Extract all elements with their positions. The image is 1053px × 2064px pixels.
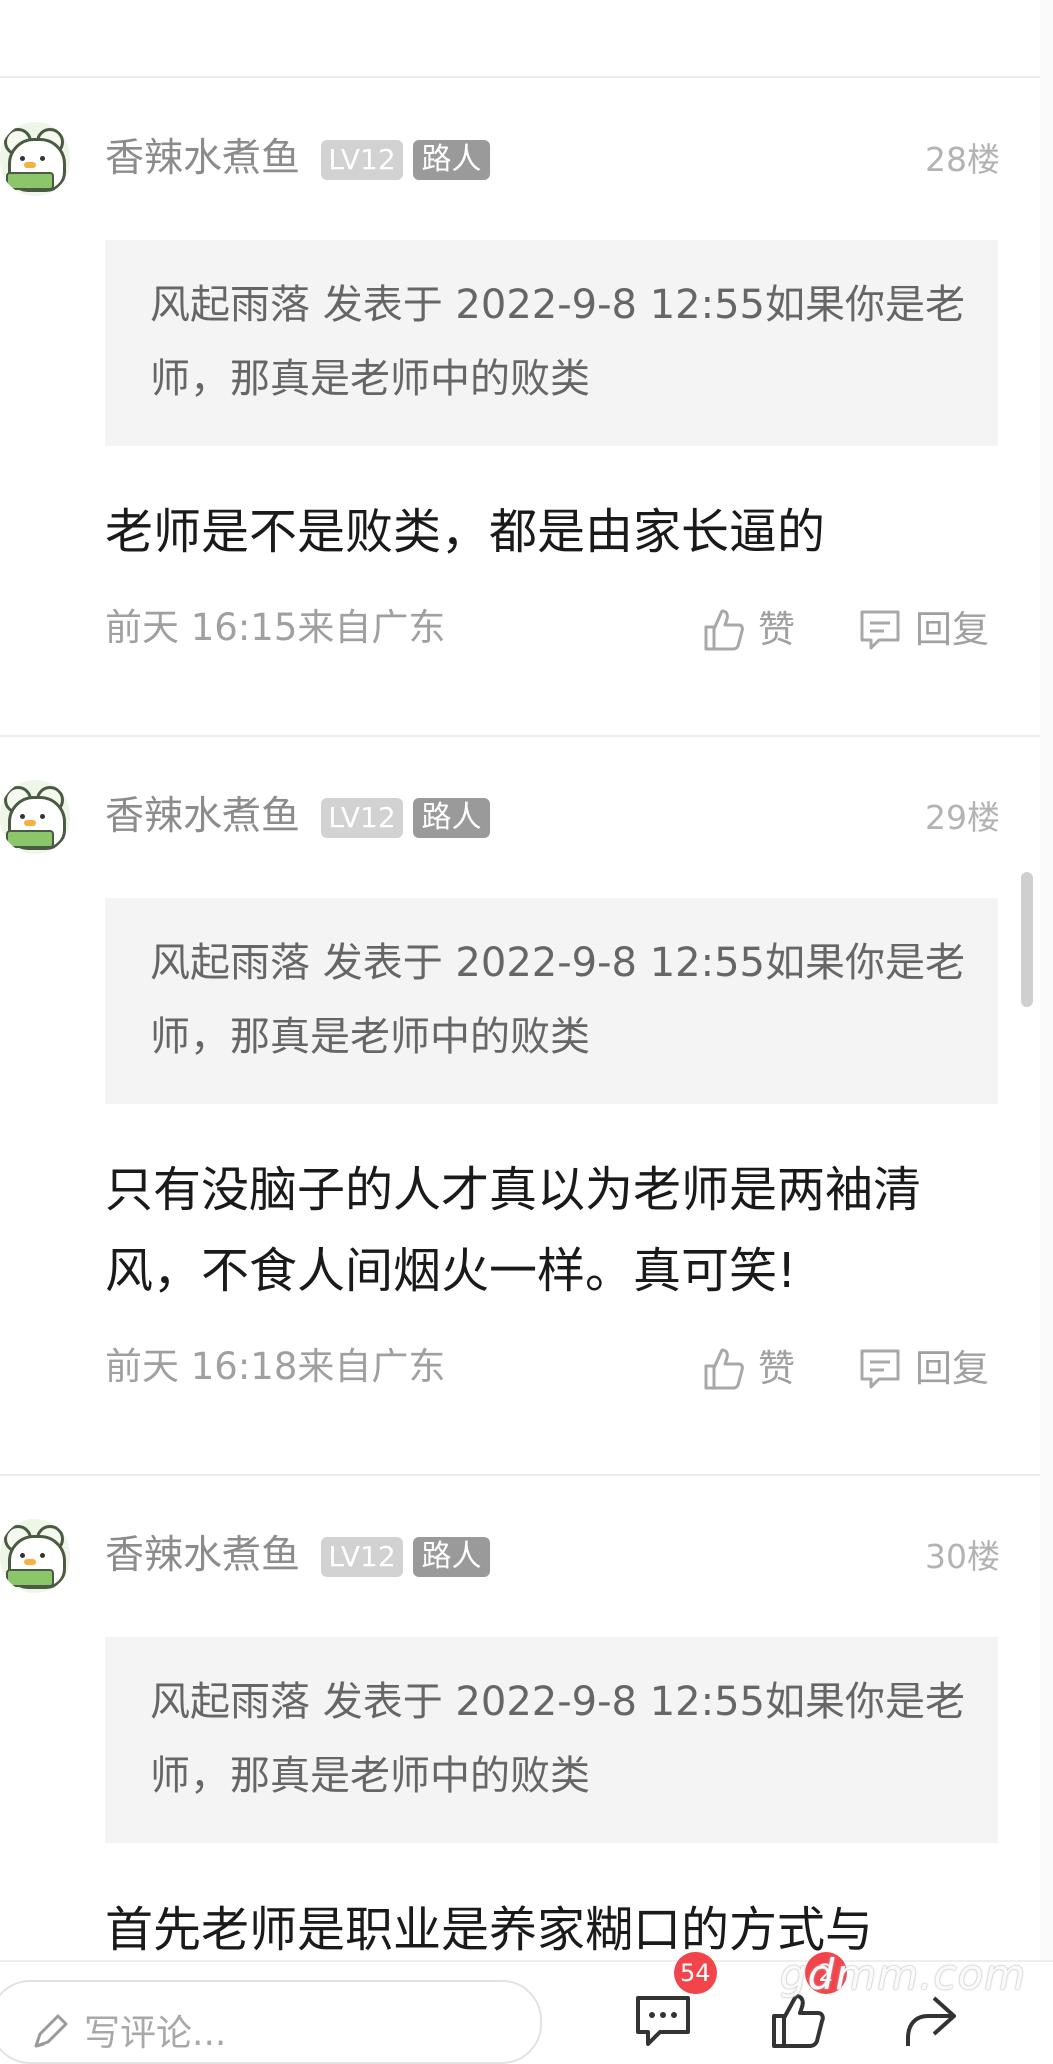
comment-content: 老师是不是败类，都是由家长逼的	[105, 504, 826, 560]
share-icon	[906, 1996, 956, 2046]
comment-content: 只有没脑子的人才真以为老师是两袖清风，不食人间烟火一样。真可笑!	[105, 1162, 922, 1299]
like-button[interactable]: 赞	[700, 605, 795, 655]
like-post-button[interactable]	[766, 1990, 830, 2054]
comment-placeholder: 写评论...	[84, 2013, 227, 2054]
avatar[interactable]	[0, 1519, 70, 1593]
quote-block[interactable]: 风起雨落 发表于 2022-9-8 12:55如果你是老师，那真是老师中的败类	[105, 898, 998, 1104]
quote-block[interactable]: 风起雨落 发表于 2022-9-8 12:55如果你是老师，那真是老师中的败类	[105, 1637, 998, 1843]
role-badge: 路人	[413, 1537, 490, 1577]
reply-label: 回复	[915, 608, 989, 651]
quote-text: 风起雨落 发表于 2022-9-8 12:55如果你是老师，那真是老师中的败类	[150, 282, 965, 402]
reply-button[interactable]: 回复	[857, 605, 989, 655]
scrollbar-track[interactable]	[1040, 0, 1053, 2039]
reply-button[interactable]: 回复	[857, 1344, 989, 1394]
level-badge: LV12	[321, 140, 403, 180]
username[interactable]: 香辣水煮鱼	[105, 1532, 300, 1580]
role-badge: 路人	[413, 798, 490, 838]
post-divider	[0, 735, 1040, 737]
thumbs-up-icon	[772, 1994, 825, 2048]
level-badge: LV12	[321, 1537, 403, 1577]
time-location: 前天 16:15来自广东	[105, 606, 446, 649]
avatar[interactable]	[0, 122, 70, 196]
post-divider	[0, 1474, 1040, 1476]
avatar[interactable]	[0, 780, 70, 854]
comments-button[interactable]	[632, 1990, 696, 2054]
comment-icon	[860, 1349, 900, 1389]
top-divider	[0, 76, 1040, 78]
like-label: 赞	[758, 608, 795, 651]
quote-text: 风起雨落 发表于 2022-9-8 12:55如果你是老师，那真是老师中的败类	[150, 940, 965, 1060]
quote-block[interactable]: 风起雨落 发表于 2022-9-8 12:55如果你是老师，那真是老师中的败类	[105, 240, 998, 446]
username[interactable]: 香辣水煮鱼	[105, 793, 300, 841]
floor-number: 30楼	[925, 1537, 1000, 1576]
comment-bubble-icon	[636, 1996, 690, 2046]
watermark-text: gdmm.com	[780, 1950, 1027, 1999]
comment-input[interactable]: 写评论...	[0, 1980, 542, 2064]
comment-count-badge: 54	[674, 1952, 717, 1994]
share-button[interactable]	[898, 1990, 962, 2054]
username[interactable]: 香辣水煮鱼	[105, 135, 300, 183]
like-label: 赞	[758, 1347, 795, 1390]
thumbs-up-icon	[704, 609, 744, 651]
quote-text: 风起雨落 发表于 2022-9-8 12:55如果你是老师，那真是老师中的败类	[150, 1679, 965, 1799]
pencil-icon	[34, 2014, 68, 2048]
thumbs-up-icon	[704, 1348, 744, 1390]
level-badge: LV12	[321, 798, 403, 838]
like-button[interactable]: 赞	[700, 1344, 795, 1394]
reply-label: 回复	[915, 1347, 989, 1390]
role-badge: 路人	[413, 140, 490, 180]
comment-icon	[860, 610, 900, 650]
scrollbar-thumb[interactable]	[1021, 872, 1033, 1007]
floor-number: 28楼	[925, 140, 1000, 179]
floor-number: 29楼	[925, 798, 1000, 837]
time-location: 前天 16:18来自广东	[105, 1345, 446, 1388]
